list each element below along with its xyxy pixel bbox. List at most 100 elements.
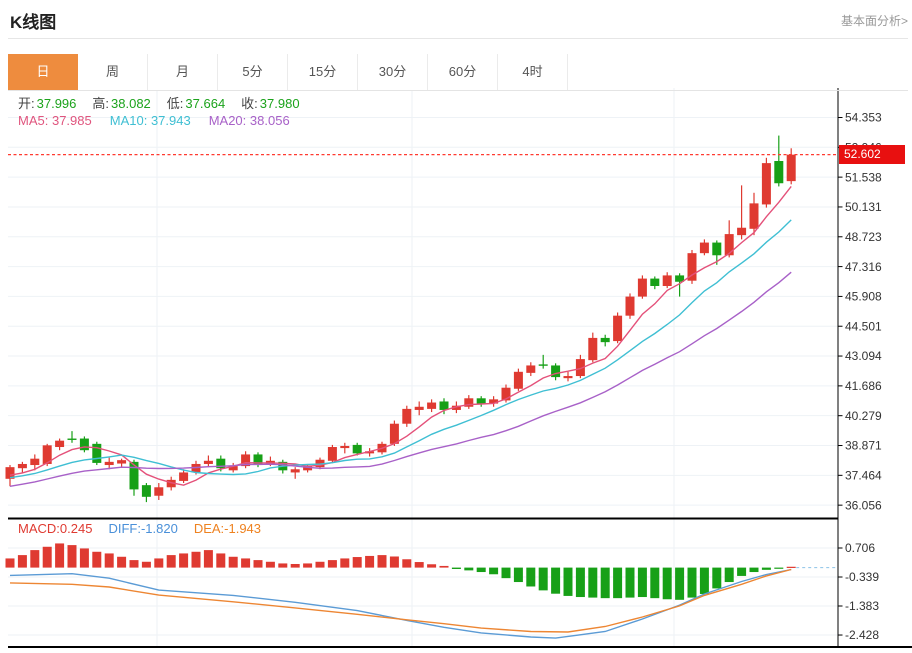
macd-bar xyxy=(365,556,374,568)
candle-body xyxy=(55,441,64,447)
macd-bar xyxy=(390,556,399,567)
macd-bar xyxy=(18,555,27,567)
tab-week[interactable]: 周 xyxy=(78,54,148,90)
price-tick-label: 41.686 xyxy=(845,379,882,393)
ma5-label: MA5: xyxy=(18,113,48,128)
macd-bar xyxy=(92,552,101,568)
macd-bar xyxy=(626,568,635,598)
macd-bar xyxy=(750,568,759,572)
macd-bar xyxy=(43,547,52,568)
macd-bar xyxy=(154,558,163,567)
candle-body xyxy=(725,234,734,255)
ma20-value: 38.056 xyxy=(250,113,290,128)
macd-bar xyxy=(167,555,176,567)
candle-body xyxy=(291,469,300,472)
macd-bar xyxy=(663,568,672,600)
macd-value: 0.245 xyxy=(60,521,93,536)
candle-body xyxy=(353,445,362,453)
macd-bar xyxy=(278,563,287,567)
tab-15min[interactable]: 15分 xyxy=(288,54,358,90)
macd-bar xyxy=(700,568,709,594)
macd-bar xyxy=(80,548,89,567)
tab-month[interactable]: 月 xyxy=(148,54,218,90)
macd-bar xyxy=(68,545,77,567)
candle-body xyxy=(340,446,349,448)
macd-bar xyxy=(762,568,771,570)
macd-layer xyxy=(6,543,839,638)
macd-bar xyxy=(477,568,486,572)
tab-60min[interactable]: 60分 xyxy=(428,54,498,90)
low-label: 低: xyxy=(167,96,184,111)
candle-body xyxy=(92,444,101,463)
macd-bar xyxy=(526,568,535,587)
candle-body xyxy=(514,372,523,389)
tab-5min[interactable]: 5分 xyxy=(218,54,288,90)
candle-body xyxy=(142,485,151,497)
open-label: 开: xyxy=(18,96,35,111)
high-value: 38.082 xyxy=(111,96,151,111)
macd-tick-label: -1.383 xyxy=(845,599,879,613)
macd-bar xyxy=(502,568,511,579)
price-tick-label: 38.871 xyxy=(845,439,882,453)
macd-bar xyxy=(291,564,300,568)
price-tick-label: 40.279 xyxy=(845,409,882,423)
macd-bar xyxy=(130,560,139,567)
macd-bar xyxy=(787,567,796,568)
candle-body xyxy=(638,279,647,297)
candle-body xyxy=(539,364,548,365)
diff-label: DIFF: xyxy=(108,521,141,536)
macd-bar xyxy=(427,564,436,567)
macd-tick-label: -2.428 xyxy=(845,628,879,642)
candle-body xyxy=(750,203,759,228)
candle-body xyxy=(105,462,114,465)
open-value: 37.996 xyxy=(37,96,77,111)
close-label: 收: xyxy=(241,96,258,111)
macd-label: MACD: xyxy=(18,521,60,536)
ma-readout: MA5: 37.985 MA10: 37.943 MA20: 38.056 xyxy=(18,113,308,128)
macd-bar xyxy=(303,563,312,567)
macd-bar xyxy=(55,543,64,567)
ma5-value: 37.985 xyxy=(52,113,92,128)
candle-body xyxy=(328,447,337,461)
tab-30min[interactable]: 30分 xyxy=(358,54,428,90)
ma20-label: MA20: xyxy=(209,113,247,128)
macd-bar xyxy=(564,568,573,596)
last-price-tag: 52.602 xyxy=(839,145,905,164)
candle-body xyxy=(80,439,89,451)
candle-body xyxy=(204,461,213,464)
close-value: 37.980 xyxy=(260,96,300,111)
candles-layer xyxy=(6,136,796,503)
fundamental-analysis-link[interactable]: 基本面分析> xyxy=(841,12,908,29)
candle-body xyxy=(601,338,610,342)
macd-bar xyxy=(30,550,39,567)
candle-body xyxy=(415,407,424,410)
macd-bar xyxy=(613,568,622,599)
macd-bar xyxy=(229,557,238,568)
macd-bar xyxy=(216,553,225,567)
macd-bar xyxy=(774,568,783,569)
macd-bar xyxy=(725,568,734,582)
macd-bar xyxy=(551,568,560,594)
candle-body xyxy=(737,228,746,235)
tab-4hour[interactable]: 4时 xyxy=(498,54,568,90)
tab-day[interactable]: 日 xyxy=(8,54,78,90)
candle-body xyxy=(650,279,659,286)
candle-body xyxy=(663,275,672,286)
macd-bar xyxy=(638,568,647,597)
candle-body xyxy=(626,297,635,316)
price-tick-label: 37.464 xyxy=(845,469,882,483)
macd-bar xyxy=(712,568,721,589)
macd-bar xyxy=(340,558,349,567)
candle-body xyxy=(526,365,535,372)
macd-bar xyxy=(588,568,597,598)
macd-bar xyxy=(105,553,114,567)
macd-bar xyxy=(452,568,461,569)
candle-body xyxy=(154,487,163,495)
kline-widget: 54.35352.94651.53850.13148.72347.31645.9… xyxy=(0,0,912,653)
price-tick-label: 43.094 xyxy=(845,349,882,363)
macd-bar xyxy=(601,568,610,599)
candle-body xyxy=(700,243,709,254)
price-tick-label: 47.316 xyxy=(845,260,882,274)
macd-bar xyxy=(415,562,424,568)
ma10-label: MA10: xyxy=(110,113,148,128)
